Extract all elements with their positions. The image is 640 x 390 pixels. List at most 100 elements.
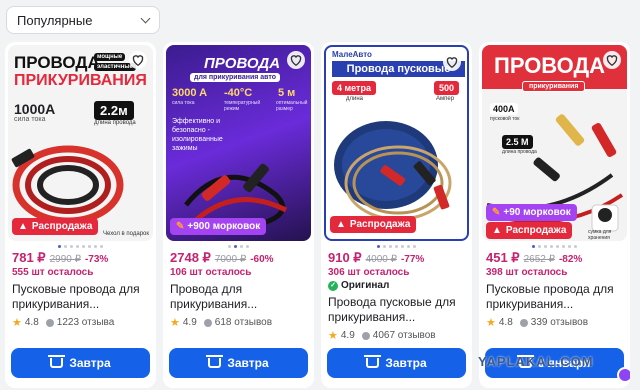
image-text: 1000A (14, 101, 56, 117)
discount: -77% (400, 254, 425, 265)
product-image[interactable]: МалеАвто Провода пусковые 4 метра длина … (324, 45, 469, 241)
image-text: прикуривания (522, 81, 586, 92)
brand-logo: МалеАвто (332, 50, 372, 59)
image-text: 5 м (278, 87, 296, 99)
add-to-cart-button[interactable]: Завтра (11, 348, 150, 378)
rating-value: 4.9 (340, 330, 355, 341)
product-card[interactable]: ПРОВОДА прикуривания 400A пусковой ток 2… (479, 42, 630, 388)
product-image[interactable]: ПРОВОДА ПРИКУРИВАНИЯ мощные эластичные 1… (8, 45, 153, 241)
heart-icon[interactable] (129, 51, 147, 69)
reviews-count: 618 отзывов (214, 317, 273, 328)
comment-icon (519, 318, 528, 327)
price: 451 ₽ (486, 250, 520, 265)
product-card[interactable]: ПРОВОДА для прикуривания авто 3000 A сил… (163, 42, 314, 388)
image-text: ПРОВОДА (204, 55, 281, 72)
fire-icon: ▲ (492, 225, 502, 236)
image-pager (5, 245, 156, 248)
old-price: 2652 ₽ (523, 254, 555, 265)
reviews-count: 4067 отзывов (372, 330, 436, 341)
comment-icon (361, 331, 370, 340)
price: 2748 ₽ (170, 250, 211, 265)
heart-icon[interactable] (443, 53, 461, 71)
reviews-count: 339 отзывов (530, 317, 589, 328)
promo-badge: ✎ +90 морковок (486, 204, 577, 221)
star-icon: ★ (486, 317, 496, 329)
discount: -73% (84, 254, 109, 265)
image-text: -40°C (224, 87, 253, 99)
original-badge: ✓ Оригинал (328, 280, 389, 291)
rating-row: ★ 4.9 4067 отзывов (328, 329, 436, 342)
stock-left: 306 шт осталось (328, 267, 410, 278)
image-text: мощные (94, 53, 126, 61)
cart-icon (206, 355, 224, 368)
image-text: сила тока (172, 100, 195, 106)
rating-value: 4.8 (24, 317, 39, 328)
promo-label: +900 морковок (187, 221, 261, 232)
sale-badge: ▲ Распродажа (330, 216, 417, 233)
delivery-label: Завтра (69, 356, 111, 370)
star-icon: ★ (12, 317, 22, 329)
carrot-icon: ✎ (492, 207, 501, 218)
cart-icon (364, 355, 382, 368)
product-image[interactable]: ПРОВОДА для прикуривания авто 3000 A сил… (166, 45, 311, 241)
image-pager (163, 245, 314, 248)
price-row: 2748 ₽ 7000 ₽ -60% (170, 250, 274, 266)
image-text: длина (346, 96, 364, 102)
product-card[interactable]: ПРОВОДА ПРИКУРИВАНИЯ мощные эластичные 1… (5, 42, 156, 388)
image-text: оптимальный размер (276, 100, 308, 112)
reviews-count: 1223 отзыва (56, 317, 115, 328)
image-text: Чехол в подарок (103, 231, 149, 237)
rating-value: 4.8 (498, 317, 513, 328)
price-row: 451 ₽ 2652 ₽ -82% (486, 250, 582, 266)
sale-badge: ▲ Распродажа (486, 222, 573, 239)
image-text: Ампер (436, 96, 455, 102)
chevron-down-icon (140, 13, 151, 23)
chat-bubble-icon[interactable] (617, 367, 630, 383)
old-price: 2990 ₽ (49, 254, 81, 265)
star-icon: ★ (328, 330, 338, 342)
product-title[interactable]: Провода для прикуривания... (170, 282, 310, 312)
fire-icon: ▲ (336, 219, 346, 230)
image-text: температурный режим (224, 100, 261, 112)
carrot-icon: ✎ (176, 221, 185, 232)
heart-icon[interactable] (287, 51, 305, 69)
product-card[interactable]: МалеАвто Провода пусковые 4 метра длина … (321, 42, 472, 388)
product-image[interactable]: ПРОВОДА прикуривания 400A пусковой ток 2… (482, 45, 627, 241)
product-title[interactable]: Пусковые провода для прикуривания... (486, 282, 626, 312)
image-text: ПРИКУРИВАНИЯ (14, 72, 147, 89)
sale-label: Распродажа (31, 221, 93, 232)
image-pager (479, 245, 630, 248)
delivery-label: Завтра (385, 356, 427, 370)
heart-icon[interactable] (603, 51, 621, 69)
product-title[interactable]: Пусковые провода для прикуривания... (12, 282, 152, 312)
add-to-cart-button[interactable]: Завтра (327, 348, 466, 378)
delivery-label: Завтра (227, 356, 269, 370)
rating-row: ★ 4.9 618 отзывов (170, 316, 272, 329)
fire-icon: ▲ (18, 221, 28, 232)
image-text: сумка для хранения (588, 229, 612, 241)
image-text: 4 метра (332, 81, 376, 95)
add-to-cart-button[interactable]: Завтра (169, 348, 308, 378)
sale-label: Распродажа (505, 225, 567, 236)
old-price: 7000 ₽ (214, 254, 247, 265)
rating-row: ★ 4.8 1223 отзыва (12, 316, 114, 329)
discount: -82% (558, 254, 583, 265)
price-row: 910 ₽ 4000 ₽ -77% (328, 250, 424, 266)
old-price: 4000 ₽ (365, 254, 397, 265)
image-text: ПРОВОДА (494, 53, 606, 78)
original-label: Оригинал (341, 280, 390, 291)
price-row: 781 ₽ 2990 ₽ -73% (12, 250, 108, 266)
image-text: 2.2м (94, 101, 134, 120)
discount: -60% (250, 254, 274, 265)
rating-row: ★ 4.8 339 отзывов (486, 316, 588, 329)
product-title[interactable]: Провода пусковые для прикуривания... (328, 295, 468, 325)
star-icon: ★ (170, 317, 180, 329)
promo-label: +90 морковок (503, 207, 571, 218)
watermark: YAPLAKAL.COM (478, 354, 594, 369)
sort-label: Популярные (17, 12, 93, 28)
sort-dropdown[interactable]: Популярные (6, 6, 160, 34)
rating-value: 4.9 (182, 317, 197, 328)
stock-left: 106 шт осталось (170, 267, 252, 278)
image-text: ПРОВОДА (14, 53, 100, 72)
stock-left: 398 шт осталось (486, 267, 568, 278)
